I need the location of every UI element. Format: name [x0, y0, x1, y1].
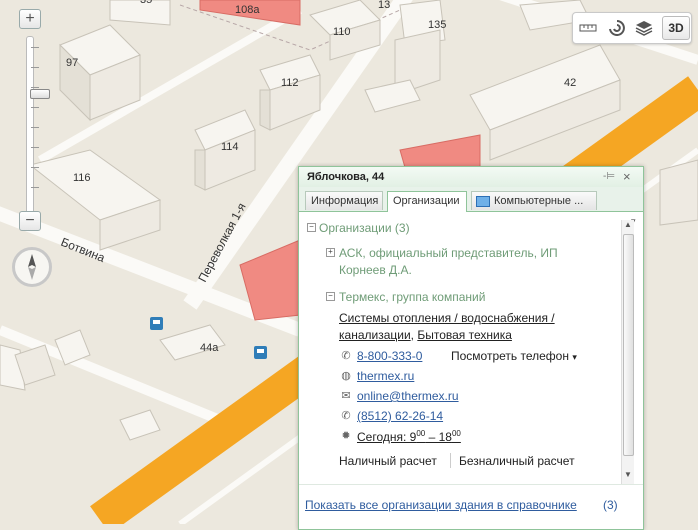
popup-footer: Показать все организации здания в справо…: [299, 484, 643, 512]
map-building-label: 97: [66, 57, 78, 69]
divider: [450, 453, 451, 468]
clock-icon: ✹: [341, 430, 351, 442]
tab-computer[interactable]: Компьютерные ...: [471, 191, 597, 210]
phone-icon: ✆: [341, 350, 351, 362]
layers-icon[interactable]: [633, 17, 655, 39]
scroll-down-icon[interactable]: ▼: [622, 470, 634, 482]
email-link[interactable]: online@thermex.ru: [357, 389, 459, 403]
popup-title: Яблочкова, 44: [307, 171, 385, 183]
tab-organizations[interactable]: Организации: [387, 191, 467, 212]
expand-icon[interactable]: +: [326, 248, 335, 257]
compass-icon[interactable]: [12, 247, 52, 287]
tab-computer-label: Компьютерные ...: [494, 195, 584, 207]
zoom-slider[interactable]: [26, 36, 50, 214]
close-icon[interactable]: ×: [623, 169, 631, 184]
popup-scrollbar[interactable]: ▲ ▼: [621, 220, 634, 484]
payment-card: Безналичный расчет: [459, 454, 575, 468]
globe-icon: ◍: [341, 370, 351, 382]
map-building-label: 110: [333, 26, 351, 38]
map-building-label: 35: [140, 0, 152, 6]
org1-name-cont[interactable]: Корнеев Д.А.: [339, 263, 412, 277]
working-hours[interactable]: Сегодня: 900 – 1800: [357, 429, 461, 444]
zoom-out-button[interactable]: −: [19, 211, 41, 231]
monitor-icon: [476, 196, 490, 207]
popup-header: Яблочкова, 44 -⊨ ×: [299, 167, 643, 187]
website-link[interactable]: thermex.ru: [357, 369, 414, 383]
tab-information[interactable]: Информация: [305, 191, 383, 210]
map-toolbar: 3D: [572, 12, 692, 44]
panorama-icon[interactable]: [605, 17, 627, 39]
org2-name[interactable]: Термекс, группа компаний: [339, 290, 485, 304]
show-all-orgs-link[interactable]: Показать все организации здания в справо…: [305, 498, 577, 512]
zoom-in-button[interactable]: +: [19, 9, 41, 29]
info-popup: Яблочкова, 44 -⊨ × Информация Организаци…: [298, 166, 644, 530]
3d-toggle-button[interactable]: 3D: [662, 16, 690, 40]
popup-content: − Организации (3) + АСК, официальный пре…: [299, 212, 643, 482]
map-building-label: 42: [564, 77, 576, 89]
category-link[interactable]: канализации: [339, 328, 411, 342]
org2-categories: канализации, Бытовая техника: [339, 328, 512, 342]
payment-cash: Наличный расчет: [339, 454, 437, 468]
map-building-label: 13: [378, 0, 390, 11]
bus-stop-icon[interactable]: [254, 346, 267, 359]
map-building-label: 116: [73, 172, 91, 184]
show-phone-button[interactable]: Посмотреть телефон ▾: [451, 349, 577, 363]
popup-tabs: Информация Организации Компьютерные ... …: [299, 187, 643, 226]
chevron-down-icon: ▾: [572, 352, 577, 362]
map-building-label: 112: [281, 77, 299, 89]
org1-name[interactable]: АСК, официальный представитель, ИП: [339, 246, 558, 260]
mail-icon: ✉: [341, 390, 351, 402]
phone-icon: ✆: [341, 410, 351, 422]
bus-stop-icon[interactable]: [150, 317, 163, 330]
orgs-count: (3): [603, 498, 618, 512]
section-header: Организации (3): [319, 221, 410, 235]
org2-category[interactable]: Системы отопления / водоснабжения /: [339, 311, 555, 325]
map-building-label: 44а: [200, 342, 219, 354]
scroll-up-icon[interactable]: ▲: [622, 220, 634, 232]
collapse-icon[interactable]: −: [326, 292, 335, 301]
map-building-label: 135: [428, 19, 446, 31]
zoom-slider-thumb[interactable]: [30, 89, 50, 99]
map-building-label: 114: [221, 141, 239, 153]
phone-link[interactable]: 8-800-333-0: [357, 349, 422, 363]
ruler-icon[interactable]: [577, 17, 599, 39]
phone-link[interactable]: (8512) 62-26-14: [357, 409, 443, 423]
category-link[interactable]: Бытовая техника: [417, 328, 512, 342]
map-building-label: 108а: [235, 4, 260, 16]
scrollbar-thumb[interactable]: [623, 234, 634, 456]
collapse-icon[interactable]: −: [307, 223, 316, 232]
zoom-control: + −: [17, 9, 50, 231]
pin-icon[interactable]: -⊨: [603, 171, 615, 182]
